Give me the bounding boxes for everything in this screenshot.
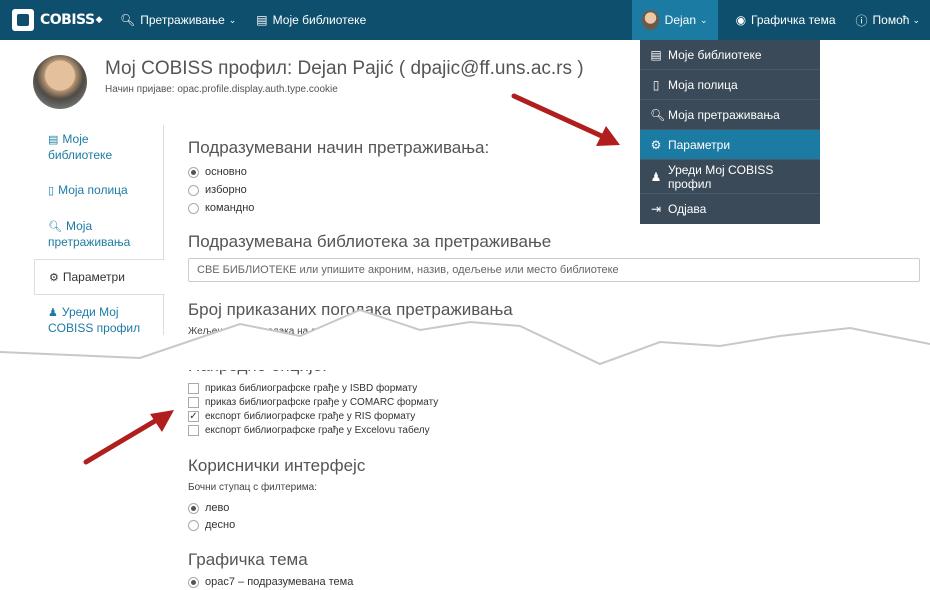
library-search-input[interactable]: СВЕ БИБЛИОТЕКЕ или упишите акроним, нази…: [188, 258, 920, 282]
bookmark-icon: ▯: [48, 185, 55, 197]
dropdown-item-libraries[interactable]: ▤ Моје библиотеке: [640, 40, 820, 70]
checkbox-comarc[interactable]: приказ библиографске грађе у COMARC форм…: [188, 397, 438, 408]
radio-search-select[interactable]: изборно: [188, 184, 247, 196]
radio-theme-opac7[interactable]: opac7 – подразумевана тема: [188, 576, 353, 588]
checkbox-label: експорт библиографске грађе у RIS формат…: [205, 411, 416, 422]
chevron-down-icon: ⌄: [912, 14, 920, 25]
library-icon: ▤: [650, 47, 662, 62]
tab-parameters[interactable]: ⚙ Параметри: [34, 259, 165, 295]
tear-fill: [0, 310, 930, 370]
checkbox-unchecked-icon: [188, 397, 199, 408]
gears-icon: ⚙: [650, 137, 662, 152]
radio-label: основно: [205, 166, 247, 178]
chevron-down-icon: ⌄: [228, 14, 237, 25]
nav-help-label: Помоћ: [872, 13, 910, 27]
user-avatar-small: [641, 10, 659, 30]
radio-label: десно: [205, 519, 236, 531]
nav-help[interactable]: ⓘ Помоћ ⌄: [846, 0, 930, 40]
radio-filters-left[interactable]: лево: [188, 502, 229, 514]
dropdown-item-label: Уреди Мој COBISS профил: [667, 162, 774, 191]
annotation-arrow-ris: [83, 410, 174, 465]
chevron-down-icon: ⌄: [700, 14, 708, 25]
top-navbar: COBISS ◆ 🔍︎ Претраживање ⌄ ▤ Моје библиот…: [0, 0, 930, 40]
nav-theme[interactable]: ◉ Графичка тема: [726, 0, 846, 40]
theme-heading: Графичка тема: [188, 550, 308, 569]
tab-my-shelf[interactable]: ▯ Моја полица: [34, 171, 164, 209]
tab-label: Параметри: [62, 270, 125, 284]
radio-label: изборно: [205, 184, 247, 196]
radio-unchecked-icon: [188, 202, 199, 214]
radio-filters-right[interactable]: десно: [188, 519, 235, 531]
checkbox-ris[interactable]: ✓ експорт библиографске грађе у RIS форма…: [188, 411, 415, 422]
library-icon: ▤: [256, 13, 268, 27]
gears-icon: ⚙: [49, 272, 59, 284]
nav-user-menu[interactable]: Dejan ⌄: [631, 0, 718, 40]
ui-filter-label: Бочни ступац с филтерима:: [188, 482, 317, 493]
dropdown-item-label: Одјава: [668, 202, 707, 216]
ui-heading: Кориснички интерфејс: [188, 456, 366, 475]
radio-label: командно: [205, 202, 255, 214]
cobiss-logo[interactable]: COBISS ◆: [12, 9, 103, 31]
nav-search-label: Претраживање: [140, 13, 225, 27]
nav-libraries-label: Моје библиотеке: [272, 13, 367, 27]
search-icon: 🔍︎: [650, 107, 666, 122]
radio-label: opac7 – подразумевана тема: [205, 576, 354, 588]
radio-label: лево: [205, 502, 230, 514]
dropdown-item-label: Моја полица: [668, 77, 738, 92]
user-icon: ♟: [650, 169, 662, 184]
logo-text: COBISS: [40, 12, 95, 28]
tab-my-searches[interactable]: 🔍︎ Моја претраживања: [34, 209, 164, 255]
dropdown-item-label: Моја претраживања: [668, 107, 780, 122]
library-icon: ▤: [48, 134, 59, 146]
annotation-arrow-parameters: [511, 93, 620, 146]
sign-out-icon: ⇥: [650, 202, 662, 216]
search-mode-heading: Подразумевани начин претраживања:: [188, 138, 490, 157]
bookmark-icon: ▯: [652, 77, 660, 92]
radio-search-basic[interactable]: основно: [188, 166, 247, 178]
help-icon: ⓘ: [855, 13, 868, 28]
dropdown-item-edit-profile[interactable]: ♟ Уреди Мој COBISS профил: [640, 160, 820, 194]
profile-title: Мој COBISS профил: Dejan Pajić ( dpajic@…: [105, 58, 584, 79]
nav-user-label: Dejan: [664, 13, 697, 27]
checkbox-label: приказ библиографске грађе у COMARC форм…: [205, 397, 439, 408]
checkbox-isbd[interactable]: приказ библиографске грађе у ISBD формат…: [188, 383, 417, 394]
radio-unchecked-icon: [188, 519, 199, 531]
tab-label: Моја полица: [58, 183, 128, 197]
dropdown-item-shelf[interactable]: ▯ Моја полица: [640, 70, 820, 100]
radio-checked-icon: [188, 166, 199, 178]
eye-icon: ◉: [735, 13, 747, 27]
nav-search-menu[interactable]: 🔍︎ Претраживање ⌄: [110, 0, 246, 40]
search-icon: 🔍︎: [48, 221, 62, 233]
nav-my-libraries[interactable]: ▤ Моје библиотеке: [246, 0, 376, 40]
radio-unchecked-icon: [188, 184, 199, 196]
search-icon: 🔍︎: [120, 13, 136, 27]
checkbox-excel[interactable]: експорт библиографске грађе у Excelovu т…: [188, 425, 430, 436]
checkbox-label: експорт библиографске грађе у Excelovu т…: [205, 425, 430, 436]
checkbox-label: приказ библиографске грађе у ISBD формат…: [205, 383, 418, 394]
login-method: Начин пријаве: opac.profile.display.auth…: [105, 84, 338, 95]
torn-edge-decoration: [0, 308, 930, 370]
cobiss-logo-icon: [12, 9, 34, 31]
dropdown-item-label: Моје библиотеке: [668, 47, 762, 62]
checkbox-unchecked-icon: [188, 383, 199, 394]
dropdown-item-label: Параметри: [668, 137, 731, 152]
library-heading: Подразумевана библиотека за претраживање: [188, 232, 552, 251]
checkmark-icon: ✓: [188, 411, 199, 422]
tab-my-libraries[interactable]: ▤ Моје библиотеке: [34, 125, 164, 171]
dropdown-item-logout[interactable]: ⇥ Одјава: [640, 194, 820, 224]
radio-search-command[interactable]: командно: [188, 202, 254, 214]
dropdown-item-parameters[interactable]: ⚙ Параметри: [640, 130, 820, 160]
radio-checked-icon: [188, 502, 199, 514]
profile-avatar: [33, 55, 87, 109]
user-dropdown-menu: ▤ Моје библиотеке ▯ Моја полица 🔍︎ Моја …: [640, 40, 820, 224]
dropdown-item-searches[interactable]: 🔍︎ Моја претраживања: [640, 100, 820, 130]
checkbox-unchecked-icon: [188, 425, 199, 436]
nav-theme-label: Графичка тема: [751, 13, 836, 27]
radio-checked-icon: [188, 576, 199, 588]
